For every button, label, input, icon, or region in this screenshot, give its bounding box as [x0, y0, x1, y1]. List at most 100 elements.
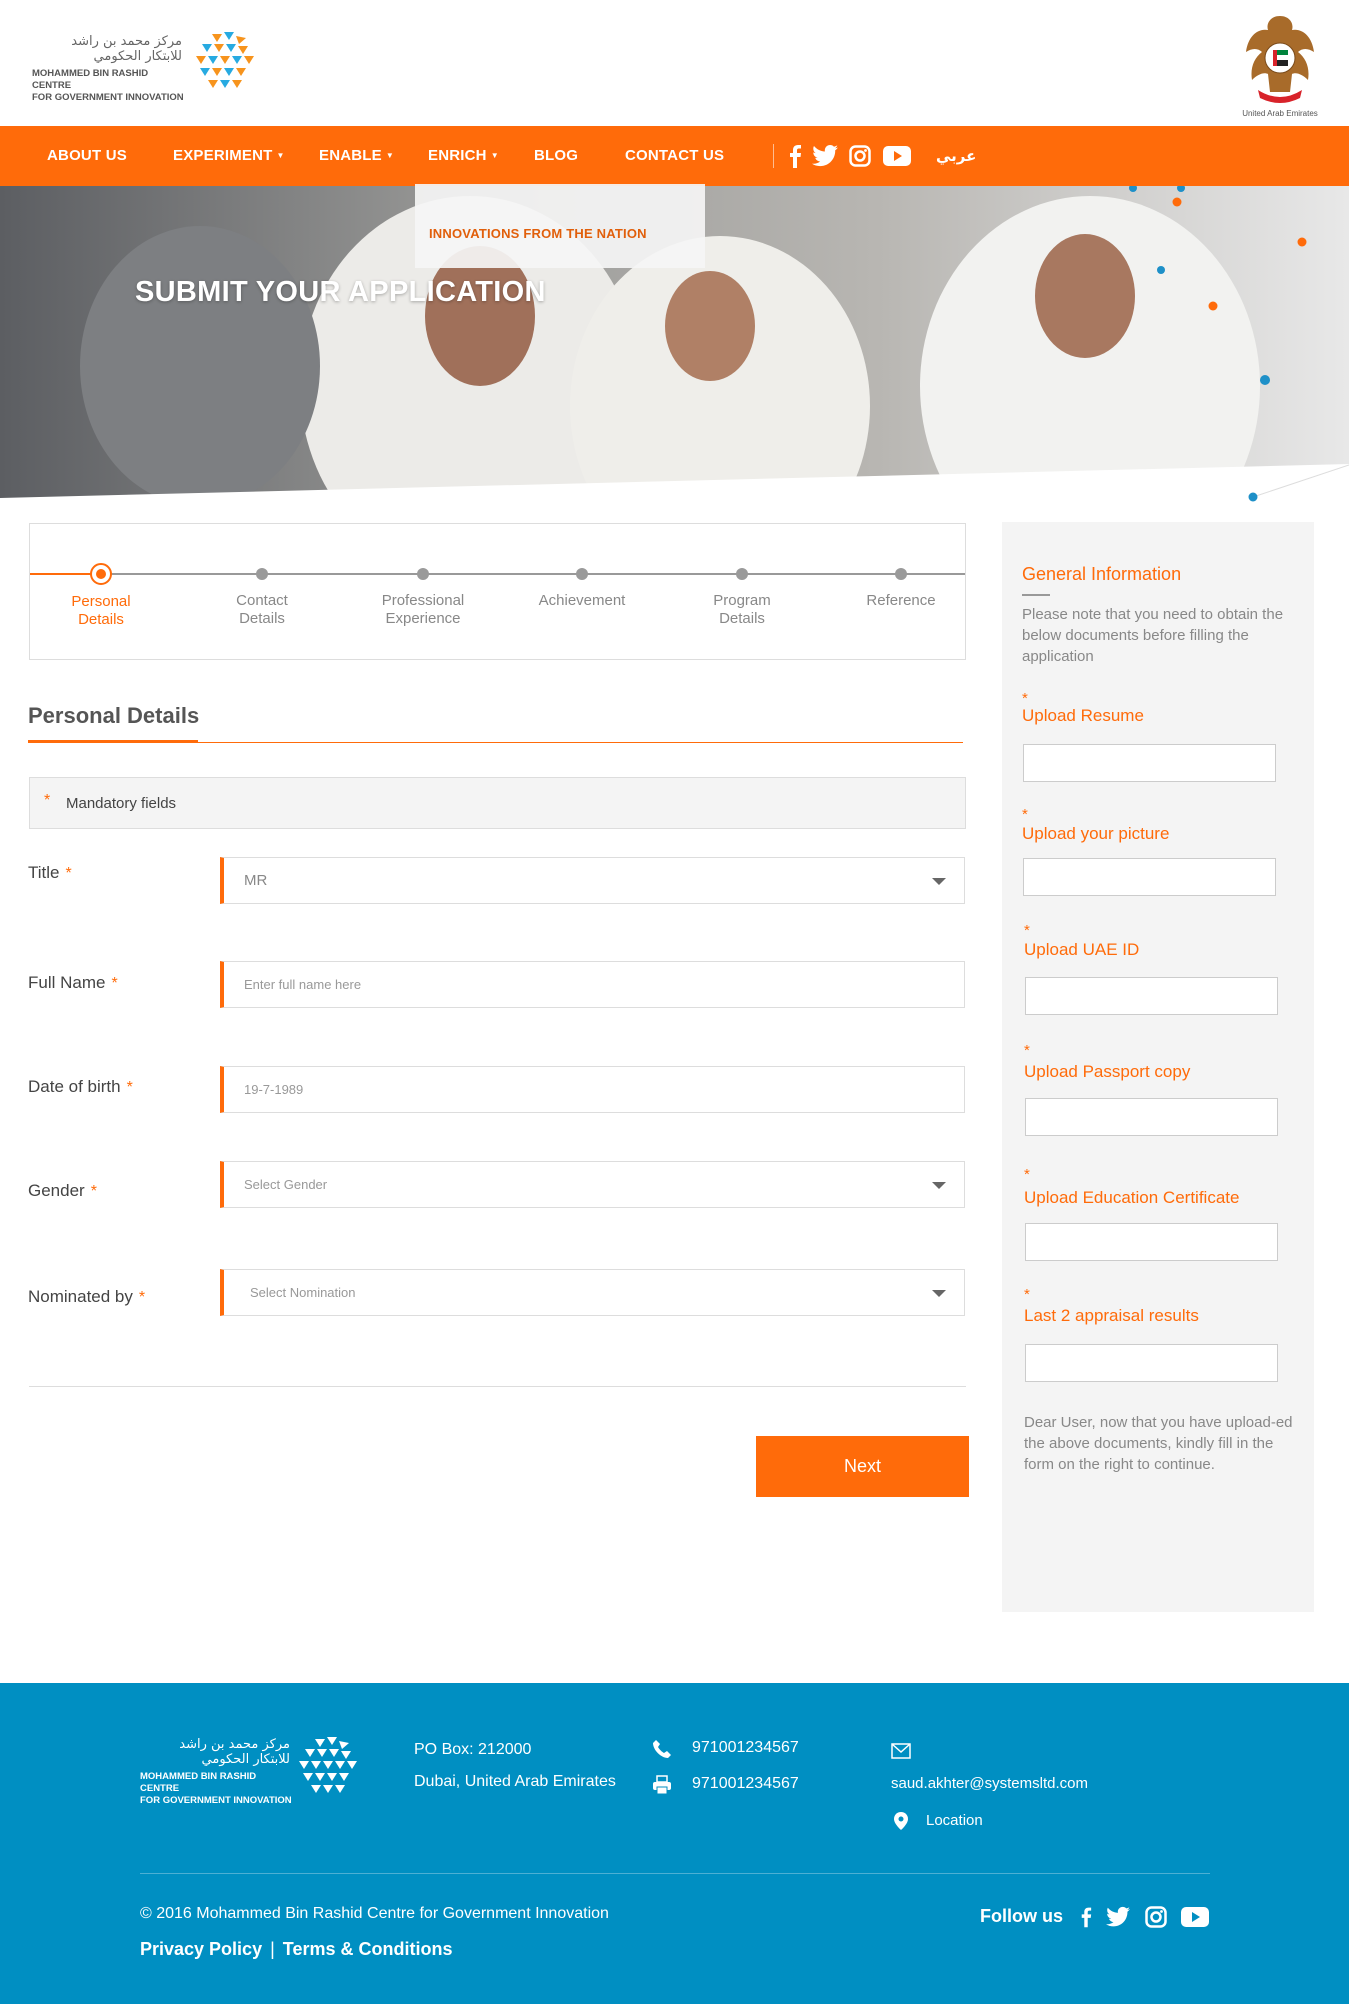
- step-label: Achievement: [538, 592, 626, 609]
- upload-passport-field[interactable]: [1025, 1098, 1278, 1136]
- uae-emblem: United Arab Emirates: [1240, 8, 1320, 118]
- required-star-icon: *: [1022, 806, 1028, 823]
- step-reference[interactable]: Reference: [836, 566, 966, 610]
- required-star-icon: *: [44, 792, 51, 809]
- nav-divider: [773, 144, 774, 168]
- required-star-icon: *: [1024, 1166, 1030, 1183]
- stepper-track: [30, 573, 965, 575]
- sidebar-footer-note: Dear User, now that you have upload-ed t…: [1024, 1414, 1293, 1473]
- upload-uae-id-field[interactable]: [1025, 977, 1278, 1015]
- step-dot: [417, 568, 429, 580]
- dropdown-item-innovations[interactable]: INNOVATIONS FROM THE NATION: [429, 226, 647, 241]
- footer-email[interactable]: saud.akhter@systemsltd.com: [891, 1775, 1088, 1792]
- footer-logo-line-1: MOHAMMED BIN RASHID CENTRE: [140, 1771, 257, 1794]
- step-achievement[interactable]: Achievement: [517, 566, 647, 610]
- footer-phone[interactable]: 971001234567: [692, 1739, 799, 1757]
- logo-arabic-text: مركز محمد بن راشد للابتكار الحكومي: [71, 34, 182, 64]
- application-stepper: Personal Details Contact Details Professio…: [29, 523, 966, 660]
- twitter-icon[interactable]: [1106, 1905, 1130, 1929]
- facebook-icon[interactable]: [788, 144, 802, 168]
- nav-item-enable[interactable]: ENABLE ▼: [319, 126, 394, 186]
- footer-logo-arabic: مركز محمد بن راشد للابتكار الحكومي: [179, 1737, 290, 1767]
- mandatory-text: Mandatory fields: [66, 795, 177, 812]
- falcon-emblem-icon: [1246, 16, 1314, 103]
- footer-copyright: © 2016 Mohammed Bin Rashid Centre for Go…: [140, 1905, 609, 1922]
- step-program-details[interactable]: Program Details: [677, 566, 807, 628]
- title-select-value: MR: [244, 872, 268, 889]
- terms-link[interactable]: Terms & Conditions: [283, 1939, 453, 1959]
- chevron-down-icon: [932, 1290, 946, 1297]
- dob-label: Date of birth *: [28, 1077, 133, 1096]
- step-personal-details[interactable]: Personal Details: [36, 563, 166, 629]
- fax-icon: [653, 1775, 671, 1795]
- nav-item-about-us[interactable]: ABOUT US: [47, 126, 127, 186]
- mail-icon: [891, 1743, 911, 1759]
- title-select[interactable]: MR: [220, 857, 965, 904]
- nav-label: CONTACT US: [625, 147, 725, 164]
- step-contact-details[interactable]: Contact Details: [197, 566, 327, 628]
- upload-picture-label: Upload your picture: [1022, 824, 1170, 843]
- globe-logo-icon: [299, 1737, 357, 1793]
- dob-input[interactable]: 19-7-1989: [220, 1066, 965, 1113]
- upload-education-label: Upload Education Certificate: [1024, 1188, 1240, 1207]
- upload-appraisal-label: Last 2 appraisal results: [1024, 1306, 1199, 1325]
- nav-item-experiment[interactable]: EXPERIMENT ▼: [173, 126, 285, 186]
- youtube-icon[interactable]: [883, 144, 911, 168]
- site-header: مركز محمد بن راشد للابتكار الحكومي MOHAM…: [0, 0, 1349, 126]
- globe-logo-icon: [196, 32, 254, 88]
- footer-fax: 971001234567: [692, 1775, 799, 1792]
- site-logo[interactable]: مركز محمد بن راشد للابتكار الحكومي MOHAM…: [32, 28, 262, 103]
- upload-education-field[interactable]: [1025, 1223, 1278, 1261]
- footer-link-separator: |: [270, 1939, 275, 1959]
- nav-label: EXPERIMENT: [173, 147, 273, 164]
- nav-label: ENABLE: [319, 147, 382, 164]
- nav-item-blog[interactable]: BLOG: [534, 126, 578, 186]
- required-star-icon: *: [1024, 922, 1030, 939]
- emblem-caption: United Arab Emirates: [1242, 109, 1318, 118]
- required-star-icon: *: [1024, 1286, 1030, 1303]
- gender-select[interactable]: Select Gender: [220, 1161, 965, 1208]
- language-switch[interactable]: عربي: [936, 126, 976, 186]
- decorative-dots: [1248, 464, 1349, 502]
- upload-resume-label: Upload Resume: [1022, 706, 1144, 725]
- twitter-icon[interactable]: [812, 144, 838, 168]
- upload-resume-field[interactable]: [1023, 744, 1276, 782]
- step-label: Professional Experience: [381, 592, 465, 627]
- facebook-icon[interactable]: [1080, 1905, 1092, 1929]
- youtube-icon[interactable]: [1181, 1905, 1209, 1929]
- caret-down-icon: ▼: [276, 151, 285, 160]
- footer-logo[interactable]: مركز محمد بن راشد للابتكار الحكومي MOHAM…: [140, 1733, 360, 1806]
- location-pin-icon: [894, 1812, 908, 1830]
- required-star-icon: *: [1024, 1042, 1030, 1059]
- step-professional-experience[interactable]: Professional Experience: [358, 566, 488, 628]
- fullname-input[interactable]: Enter full name here: [220, 961, 965, 1008]
- nominated-label: Nominated by *: [28, 1287, 146, 1306]
- upload-picture-field[interactable]: [1023, 858, 1276, 896]
- page-title: SUBMIT YOUR APPLICATION: [135, 276, 546, 308]
- form-divider: [29, 1386, 966, 1387]
- step-label: Contact Details: [236, 592, 288, 627]
- upload-passport-label: Upload Passport copy: [1024, 1062, 1191, 1081]
- nomination-placeholder: Select Nomination: [250, 1285, 356, 1300]
- gender-placeholder: Select Gender: [244, 1177, 328, 1192]
- next-button[interactable]: Next: [756, 1436, 969, 1497]
- footer-location-link[interactable]: Location: [926, 1812, 983, 1829]
- step-label: Reference: [866, 592, 936, 609]
- instagram-icon[interactable]: [1145, 1905, 1167, 1929]
- instagram-icon[interactable]: [849, 144, 871, 168]
- footer-links: Privacy Policy | Terms & Conditions: [140, 1939, 452, 1960]
- privacy-policy-link[interactable]: Privacy Policy: [140, 1939, 262, 1959]
- footer-logo-line-2: FOR GOVERNMENT INNOVATION: [140, 1795, 292, 1806]
- step-label: Program Details: [713, 592, 771, 627]
- dob-placeholder: 19-7-1989: [244, 1082, 304, 1097]
- nav-item-contact-us[interactable]: CONTACT US: [625, 126, 724, 186]
- section-title: Personal Details: [28, 703, 200, 728]
- nav-label: ENRICH: [428, 147, 487, 164]
- nav-item-enrich[interactable]: ENRICH ▼: [428, 126, 499, 186]
- step-label: Personal Details: [71, 593, 131, 628]
- nomination-select[interactable]: Select Nomination: [220, 1269, 965, 1316]
- title-label: Title *: [28, 863, 72, 882]
- step-dot: [576, 568, 588, 580]
- upload-appraisal-field[interactable]: [1025, 1344, 1278, 1382]
- footer-logo-english: MOHAMMED BIN RASHID CENTRE FOR GOVERNMEN…: [140, 1771, 292, 1807]
